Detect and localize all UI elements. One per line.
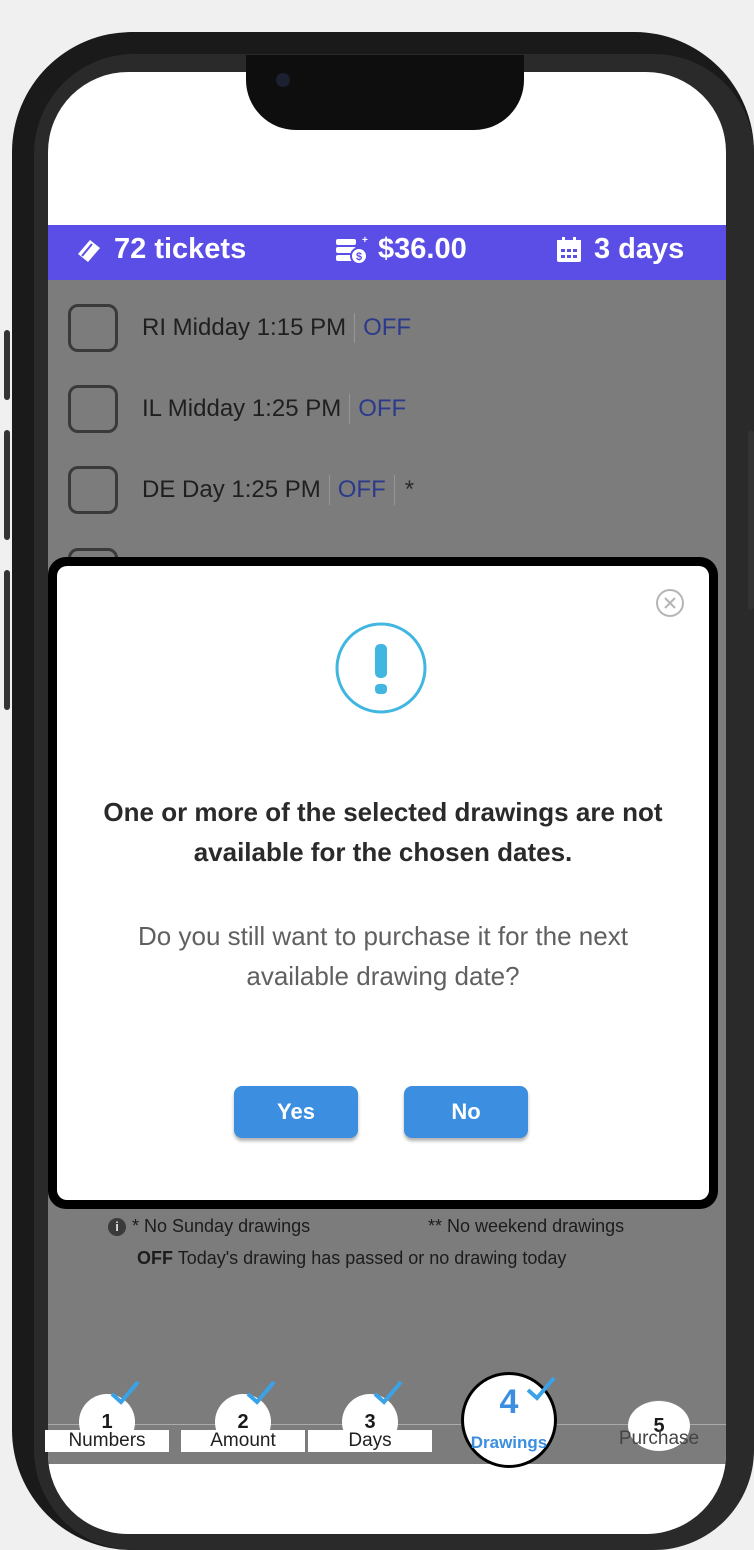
svg-text:+: +: [362, 235, 368, 246]
ticket-count: 72 tickets: [74, 233, 246, 266]
drawing-checkbox[interactable]: [68, 385, 118, 433]
total-amount: $ + $36.00: [334, 233, 467, 266]
drawing-status: OFF: [363, 314, 412, 341]
drawing-status: OFF: [358, 395, 407, 422]
side-button: [4, 330, 10, 400]
drawing-checkbox[interactable]: [68, 304, 118, 352]
check-icon: [373, 1380, 403, 1405]
ticket-icon: [78, 239, 100, 262]
total-amount-text: $36.00: [378, 233, 467, 265]
drawing-name: DE Day 1:25 PM: [142, 476, 321, 503]
separator: [354, 313, 356, 343]
check-icon: [246, 1380, 276, 1405]
step-label: Numbers: [45, 1430, 169, 1452]
footnote-off-line: OFF Today's drawing has passed or no dra…: [137, 1248, 566, 1269]
yes-button[interactable]: Yes: [234, 1086, 358, 1138]
footnote-weekend: ** No weekend drawings: [428, 1216, 625, 1236]
side-button: [4, 430, 10, 540]
dialog-title: One or more of the selected drawings are…: [103, 797, 663, 867]
footnote-off-text: Today's drawing has passed or no drawing…: [177, 1248, 567, 1268]
separator: [349, 394, 351, 424]
step-navigation: 1 Numbers 2 Amount 3 Days 4 Drawings 5 P…: [45, 1372, 726, 1468]
drawing-status: OFF: [337, 476, 386, 503]
phone-notch: [246, 55, 524, 130]
no-button[interactable]: No: [404, 1086, 528, 1138]
close-icon[interactable]: [655, 588, 685, 618]
separator: [393, 475, 395, 505]
info-icon: i: [108, 1218, 126, 1237]
svg-text:$: $: [356, 251, 362, 263]
drawing-label: IL Midday 1:25 PM OFF: [142, 394, 406, 424]
days-count: 3 days: [554, 233, 684, 266]
footnote-off-key: OFF: [137, 1248, 173, 1268]
warning-icon: [335, 622, 427, 714]
drawing-checkbox[interactable]: [68, 466, 118, 514]
drawing-row[interactable]: IL Midday 1:25 PM OFF: [48, 379, 726, 439]
separator: [328, 475, 330, 505]
footnote-sunday-text: * No Sunday drawings: [132, 1216, 311, 1236]
side-button: [748, 430, 754, 610]
step-label: Drawings: [470, 1433, 548, 1452]
bottom-area: [48, 1464, 726, 1534]
drawing-row[interactable]: RI Midday 1:15 PM OFF: [48, 298, 726, 358]
step-label: Purchase: [618, 1428, 700, 1449]
summary-bar: 72 tickets $ + $36.00 3 days: [48, 225, 726, 280]
drawing-note: *: [404, 476, 415, 503]
money-stack-icon: $ +: [336, 235, 368, 265]
step-label: Amount: [181, 1430, 305, 1452]
camera-icon: [276, 73, 290, 87]
calendar-icon: [557, 236, 581, 262]
dialog-message: Do you still want to purchase it for the…: [138, 921, 628, 991]
drawing-label: RI Midday 1:15 PM OFF: [142, 313, 411, 343]
side-button: [4, 570, 10, 710]
step-label: Days: [308, 1430, 432, 1452]
days-count-text: 3 days: [594, 233, 685, 265]
drawing-row[interactable]: DE Day 1:25 PM OFF *: [48, 460, 726, 520]
check-icon: [110, 1380, 140, 1405]
drawing-name: IL Midday 1:25 PM: [142, 395, 342, 422]
footnote-sunday: i * No Sunday drawings: [108, 1216, 310, 1237]
drawing-label: DE Day 1:25 PM OFF *: [142, 475, 414, 505]
drawing-name: RI Midday 1:15 PM: [142, 314, 347, 341]
check-icon: [526, 1376, 556, 1401]
ticket-count-text: 72 tickets: [114, 233, 247, 265]
confirm-dialog: One or more of the selected drawings are…: [57, 566, 709, 1200]
